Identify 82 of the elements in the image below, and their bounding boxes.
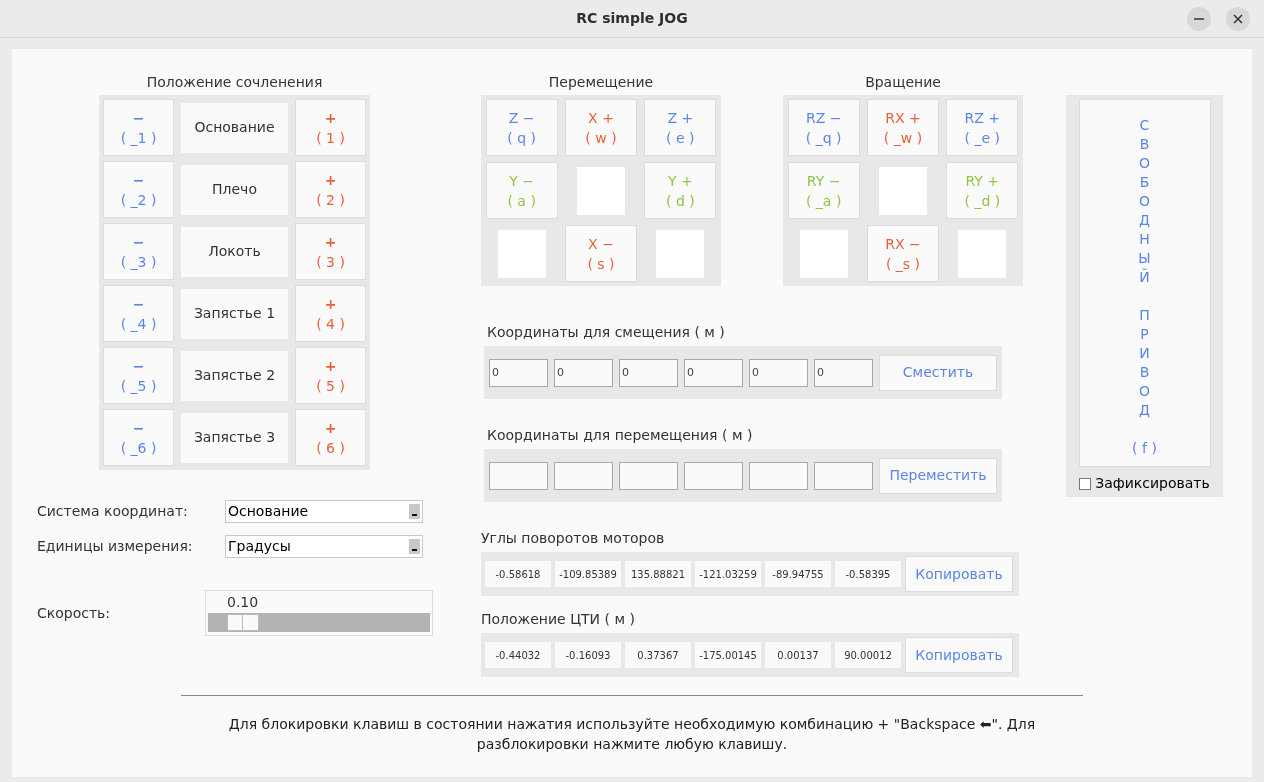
group-label: Положение ЦТИ ( м )	[481, 610, 636, 628]
jog-button[interactable]: − ( _4 )	[103, 285, 174, 342]
footer-hint: Для блокировки клавиш в состоянии нажатия используйте необходимую комбинацию + "Backspace ⬅". Для разблокировки нажмите любую клавишу.	[227, 715, 1037, 754]
jog-button[interactable]: + ( 3 )	[295, 223, 366, 280]
input-field[interactable]: 0	[684, 358, 743, 387]
value-readout: 0.37367	[625, 642, 691, 668]
jog-button[interactable]: − ( _6 )	[103, 409, 174, 466]
joint-label: Основание	[181, 102, 288, 153]
input-field[interactable]	[489, 461, 548, 490]
jog-button[interactable]: Z − ( q )	[485, 99, 558, 156]
jog-button[interactable]: + ( 6 )	[295, 409, 366, 466]
jog-button[interactable]: − ( _1 )	[103, 99, 174, 156]
action-button[interactable]: Сместить	[879, 354, 997, 391]
section-title: Вращение	[864, 73, 942, 91]
jog-button[interactable]: + ( 5 )	[295, 347, 366, 404]
jog-button[interactable]: RZ − ( _q )	[787, 99, 860, 156]
slider-thumb[interactable]	[227, 614, 260, 631]
input-field[interactable]: 0	[489, 358, 548, 387]
group-label: Координаты для смещения ( м )	[486, 323, 726, 341]
input-field[interactable]	[814, 461, 873, 490]
jog-button[interactable]: − ( _2 )	[103, 161, 174, 218]
jog-button[interactable]: RZ + ( _e )	[946, 99, 1019, 156]
joint-label: Плечо	[181, 164, 288, 215]
joint-label: Запястье 1	[181, 288, 288, 339]
input-field[interactable]	[749, 461, 808, 490]
checkbox-label: Зафиксировать	[1095, 474, 1210, 493]
copy-button[interactable]: Копировать	[905, 556, 1013, 592]
jog-button[interactable]: + ( 4 )	[295, 285, 366, 342]
jog-button[interactable]: RY + ( _d )	[946, 162, 1019, 219]
value-readout: 0.00137	[765, 642, 831, 668]
close-icon	[1233, 14, 1243, 24]
input-field[interactable]	[684, 461, 743, 490]
value-readout: 90.00012	[835, 642, 901, 668]
joint-label: Локоть	[181, 226, 288, 277]
speed-slider[interactable]	[208, 613, 430, 632]
joint-label: Запястье 2	[181, 350, 288, 401]
minimize-button[interactable]	[1187, 7, 1211, 31]
input-field[interactable]: 0	[619, 358, 678, 387]
value-readout: -175.00145	[695, 642, 761, 668]
section-title: Перемещение	[547, 73, 655, 91]
jog-button[interactable]: X − ( s )	[565, 225, 637, 282]
value-readout: -0.58618	[485, 561, 551, 587]
input-field[interactable]	[554, 461, 613, 490]
dropdown[interactable]: Градусы	[225, 535, 423, 558]
group-label: Углы поворотов моторов	[481, 529, 666, 547]
jog-button[interactable]: RY − ( _a )	[787, 162, 860, 219]
free-drive-button[interactable]: СВОБОДНЫЙ ПРИВОД ( f )	[1078, 99, 1211, 467]
value-readout: 135.88821	[625, 561, 691, 587]
jog-button[interactable]: Y + ( d )	[644, 162, 717, 219]
group-label: Координаты для перемещения ( м )	[486, 426, 754, 444]
value-readout: -89.94755	[765, 561, 831, 587]
close-button[interactable]	[1226, 7, 1250, 31]
jog-button[interactable]: + ( 1 )	[295, 99, 366, 156]
action-button[interactable]: Переместить	[879, 457, 997, 494]
setting-label: Система координат:	[37, 502, 189, 521]
value-readout: -0.58395	[835, 561, 901, 587]
jog-button[interactable]: Z + ( e )	[644, 99, 717, 156]
jog-button[interactable]: X + ( w )	[565, 99, 637, 156]
window-title: RC simple JOG	[576, 9, 688, 28]
input-field[interactable]: 0	[554, 358, 613, 387]
jog-button[interactable]: − ( _5 )	[103, 347, 174, 404]
jog-button[interactable]: RX − ( _s )	[867, 225, 939, 282]
jog-button[interactable]: + ( 2 )	[295, 161, 366, 218]
value-readout: -109.85389	[555, 561, 621, 587]
setting-label: Единицы измерения:	[37, 537, 194, 556]
speed-reading: 0.10	[226, 593, 259, 612]
copy-button[interactable]: Копировать	[905, 637, 1013, 673]
joint-label: Запястье 3	[181, 412, 288, 463]
jog-button[interactable]: RX + ( _w )	[867, 99, 939, 156]
value-readout: -0.16093	[555, 642, 621, 668]
jog-button[interactable]: Y − ( a )	[485, 162, 558, 219]
dropdown[interactable]: Основание	[225, 500, 423, 523]
input-field[interactable]: 0	[749, 358, 808, 387]
input-field[interactable]	[619, 461, 678, 490]
value-readout: -121.03259	[695, 561, 761, 587]
section-title: Положение сочленения	[145, 73, 324, 91]
jog-button[interactable]: − ( _3 )	[103, 223, 174, 280]
value-readout: -0.44032	[485, 642, 551, 668]
minimize-icon	[1194, 18, 1204, 20]
speed-label: Скорость:	[37, 603, 112, 623]
input-field[interactable]: 0	[814, 358, 873, 387]
checkbox[interactable]	[1079, 477, 1092, 490]
